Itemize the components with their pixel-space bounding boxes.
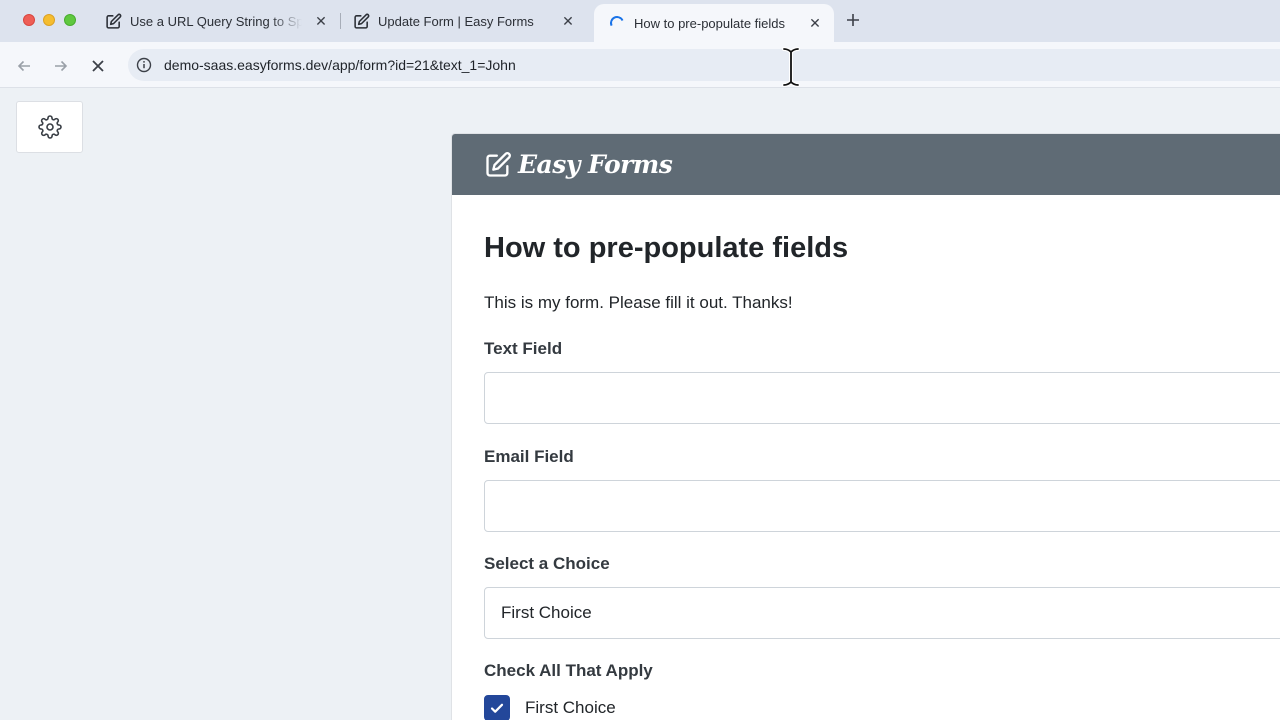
choice-select[interactable]: First Choice xyxy=(484,587,1280,639)
arrow-left-icon xyxy=(17,60,30,72)
tab-close-icon[interactable]: ✕ xyxy=(559,12,577,30)
stop-loading-button[interactable] xyxy=(86,54,110,78)
checkbox-checked[interactable] xyxy=(484,695,510,720)
settings-button[interactable] xyxy=(16,101,83,153)
window-minimize-button[interactable] xyxy=(43,14,55,26)
email-field-input[interactable] xyxy=(484,480,1280,532)
tab-url-query-string[interactable]: Use a URL Query String to Sp ✕ xyxy=(104,6,336,36)
choice-select-value: First Choice xyxy=(501,603,592,622)
email-field-label: Email Field xyxy=(484,447,574,466)
window-close-button[interactable] xyxy=(23,14,35,26)
tab-update-form[interactable]: Update Form | Easy Forms ✕ xyxy=(352,6,584,36)
tab-pre-populate-fields[interactable]: How to pre-populate fields ✕ xyxy=(594,4,834,42)
checkbox-option[interactable]: First Choice xyxy=(484,695,616,720)
select-choice-label: Select a Choice xyxy=(484,554,610,573)
arrow-right-icon xyxy=(55,60,68,72)
loading-spinner-icon xyxy=(608,14,626,32)
edit-square-icon xyxy=(486,151,511,177)
tab-title: Use a URL Query String to Sp xyxy=(130,13,302,29)
browser-tab-strip: Use a URL Query String to Sp ✕ Update Fo… xyxy=(0,0,1280,42)
edit-square-icon xyxy=(104,12,122,30)
plus-icon xyxy=(847,14,859,26)
edit-square-icon xyxy=(352,12,370,30)
brand-logo: Easy Forms xyxy=(518,150,673,179)
form-title: How to pre-populate fields xyxy=(484,232,849,264)
close-icon xyxy=(92,60,104,72)
checkmark-icon xyxy=(490,703,504,713)
back-button[interactable] xyxy=(12,54,36,78)
new-tab-button[interactable] xyxy=(843,10,863,30)
forward-button[interactable] xyxy=(49,54,73,78)
window-zoom-button[interactable] xyxy=(64,14,76,26)
tab-title: How to pre-populate fields xyxy=(634,15,786,31)
gear-icon xyxy=(37,115,62,139)
tab-title: Update Form | Easy Forms xyxy=(378,13,534,29)
tab-separator xyxy=(340,13,341,29)
text-field-label: Text Field xyxy=(484,339,563,358)
address-bar[interactable]: demo-saas.easyforms.dev/app/form?id=21&t… xyxy=(128,49,1280,81)
form-header: Easy Forms xyxy=(452,134,1280,195)
tab-close-icon[interactable]: ✕ xyxy=(312,12,330,30)
url-text: demo-saas.easyforms.dev/app/form?id=21&t… xyxy=(164,57,516,73)
text-field-input[interactable] xyxy=(484,372,1280,424)
form-description: This is my form. Please fill it out. Tha… xyxy=(484,293,793,312)
info-icon[interactable] xyxy=(136,57,152,73)
browser-toolbar: demo-saas.easyforms.dev/app/form?id=21&t… xyxy=(0,42,1280,88)
checkbox-group-label: Check All That Apply xyxy=(484,661,653,680)
form-card: Easy Forms How to pre-populate fields Th… xyxy=(451,133,1280,720)
checkbox-option-label: First Choice xyxy=(525,698,616,717)
tab-close-icon[interactable]: ✕ xyxy=(806,14,824,32)
